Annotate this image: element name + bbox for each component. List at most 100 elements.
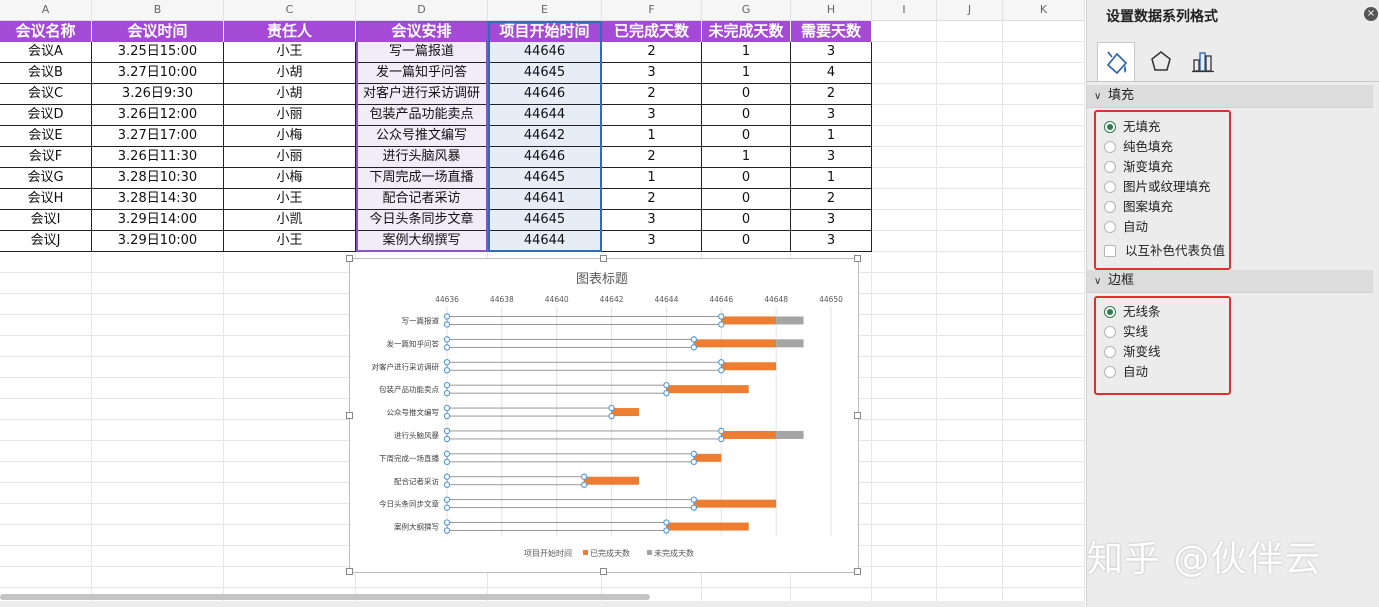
column-header-d[interactable]: D [356,0,488,20]
chart-resize-handle[interactable] [600,255,607,262]
series-selection-handle[interactable] [443,344,451,351]
empty-cell[interactable] [1003,231,1085,252]
empty-cell[interactable] [872,189,937,210]
table-header-cell[interactable]: 责任人 [224,21,356,42]
gantt-chart[interactable]: 图表标题 44636 44638 44640 44642 44644 44646 44648 4… [346,255,861,575]
empty-cell[interactable] [937,42,1003,63]
empty-cell[interactable] [937,231,1003,252]
series-selection-handle[interactable] [443,458,451,466]
table-cell[interactable]: 1 [602,126,702,147]
start-bar[interactable] [446,453,695,463]
table-cell[interactable]: 1 [702,42,791,63]
radio-button[interactable] [1104,120,1116,133]
series-selection-handle[interactable] [443,427,451,435]
table-cell[interactable]: 下周完成一场直播 [356,168,488,189]
empty-cell[interactable] [92,462,224,483]
table-cell[interactable]: 44645 [488,63,602,84]
empty-cell[interactable] [937,441,1003,462]
empty-cell[interactable] [0,525,92,546]
empty-cell[interactable] [872,42,937,63]
completed-bar[interactable] [693,339,777,348]
empty-cell[interactable] [92,252,224,273]
legend-label[interactable]: 项目开始时间 [524,548,572,558]
empty-cell[interactable] [224,336,356,357]
series-selection-handle[interactable] [690,344,698,351]
empty-cell[interactable] [224,273,356,294]
table-cell[interactable]: 小丽 [224,147,356,168]
fill-option[interactable]: 渐变填充 [1104,157,1173,177]
legend-label[interactable]: 已完成天数 [590,548,630,558]
empty-cell[interactable] [937,210,1003,231]
series-selection-handle[interactable] [443,496,451,503]
series-selection-handle[interactable] [443,389,451,397]
empty-cell[interactable] [92,504,224,525]
table-cell[interactable]: 44644 [488,105,602,126]
series-selection-handle[interactable] [443,481,451,488]
table-cell[interactable]: 44646 [488,42,602,63]
table-cell[interactable]: 3 [791,42,872,63]
table-cell[interactable]: 3.29日10:00 [92,231,224,252]
effects-icon[interactable] [1142,42,1180,80]
empty-cell[interactable] [92,273,224,294]
empty-cell[interactable] [224,483,356,504]
empty-cell[interactable] [872,567,937,588]
radio-button[interactable] [1104,200,1116,213]
empty-cell[interactable] [92,399,224,420]
series-selection-handle[interactable] [690,458,698,466]
empty-cell[interactable] [872,147,937,168]
empty-cell[interactable] [1003,546,1085,567]
empty-cell[interactable] [92,357,224,378]
series-selection-handle[interactable] [443,435,451,443]
table-header-cell[interactable]: 项目开始时间 [488,21,602,42]
empty-cell[interactable] [937,483,1003,504]
empty-cell[interactable] [1003,504,1085,525]
fill-option[interactable]: 自动 [1104,217,1148,237]
start-bar[interactable] [446,476,585,486]
column-header-a[interactable]: A [0,0,92,20]
start-bar[interactable] [446,430,722,440]
table-cell[interactable]: 公众号推文编写 [356,126,488,147]
table-cell[interactable]: 小王 [224,231,356,252]
remaining-bar[interactable] [776,316,804,325]
empty-cell[interactable] [937,147,1003,168]
table-cell[interactable]: 2 [791,189,872,210]
radio-button[interactable] [1104,180,1116,193]
empty-cell[interactable] [872,294,937,315]
table-cell[interactable]: 0 [702,231,791,252]
chart-resize-handle[interactable] [346,255,353,262]
column-header-e[interactable]: E [488,0,602,20]
table-header-cell[interactable]: 需要天数 [791,21,872,42]
empty-cell[interactable] [1003,147,1085,168]
border-option[interactable]: 无线条 [1104,302,1161,322]
horizontal-scrollbar[interactable] [0,594,650,600]
column-header-g[interactable]: G [702,0,791,20]
table-cell[interactable]: 小梅 [224,168,356,189]
completed-bar[interactable] [611,408,639,417]
empty-cell[interactable] [92,525,224,546]
radio-button[interactable] [1104,305,1116,318]
radio-button[interactable] [1104,160,1116,173]
table-header-cell[interactable]: 会议时间 [92,21,224,42]
table-cell[interactable]: 3 [602,63,702,84]
table-cell[interactable]: 3 [602,105,702,126]
table-cell[interactable]: 44642 [488,126,602,147]
table-cell[interactable]: 小胡 [224,84,356,105]
series-selection-handle[interactable] [443,450,451,458]
series-options-icon[interactable] [1184,42,1222,80]
table-cell[interactable]: 0 [702,168,791,189]
empty-cell[interactable] [0,315,92,336]
fill-option[interactable]: 图片或纹理填充 [1104,177,1211,197]
chart-resize-handle[interactable] [346,411,353,419]
table-header-cell[interactable]: 会议安排 [356,21,488,42]
table-cell[interactable]: 配合记者采访 [356,189,488,210]
empty-cell[interactable] [92,294,224,315]
empty-cell[interactable] [224,399,356,420]
empty-cell[interactable] [937,399,1003,420]
radio-button[interactable] [1104,345,1116,358]
empty-cell[interactable] [0,546,92,567]
empty-cell[interactable] [937,84,1003,105]
empty-cell[interactable] [224,441,356,462]
legend-label[interactable]: 未完成天数 [654,548,694,558]
empty-cell[interactable] [872,546,937,567]
chart-resize-handle[interactable] [346,568,353,575]
